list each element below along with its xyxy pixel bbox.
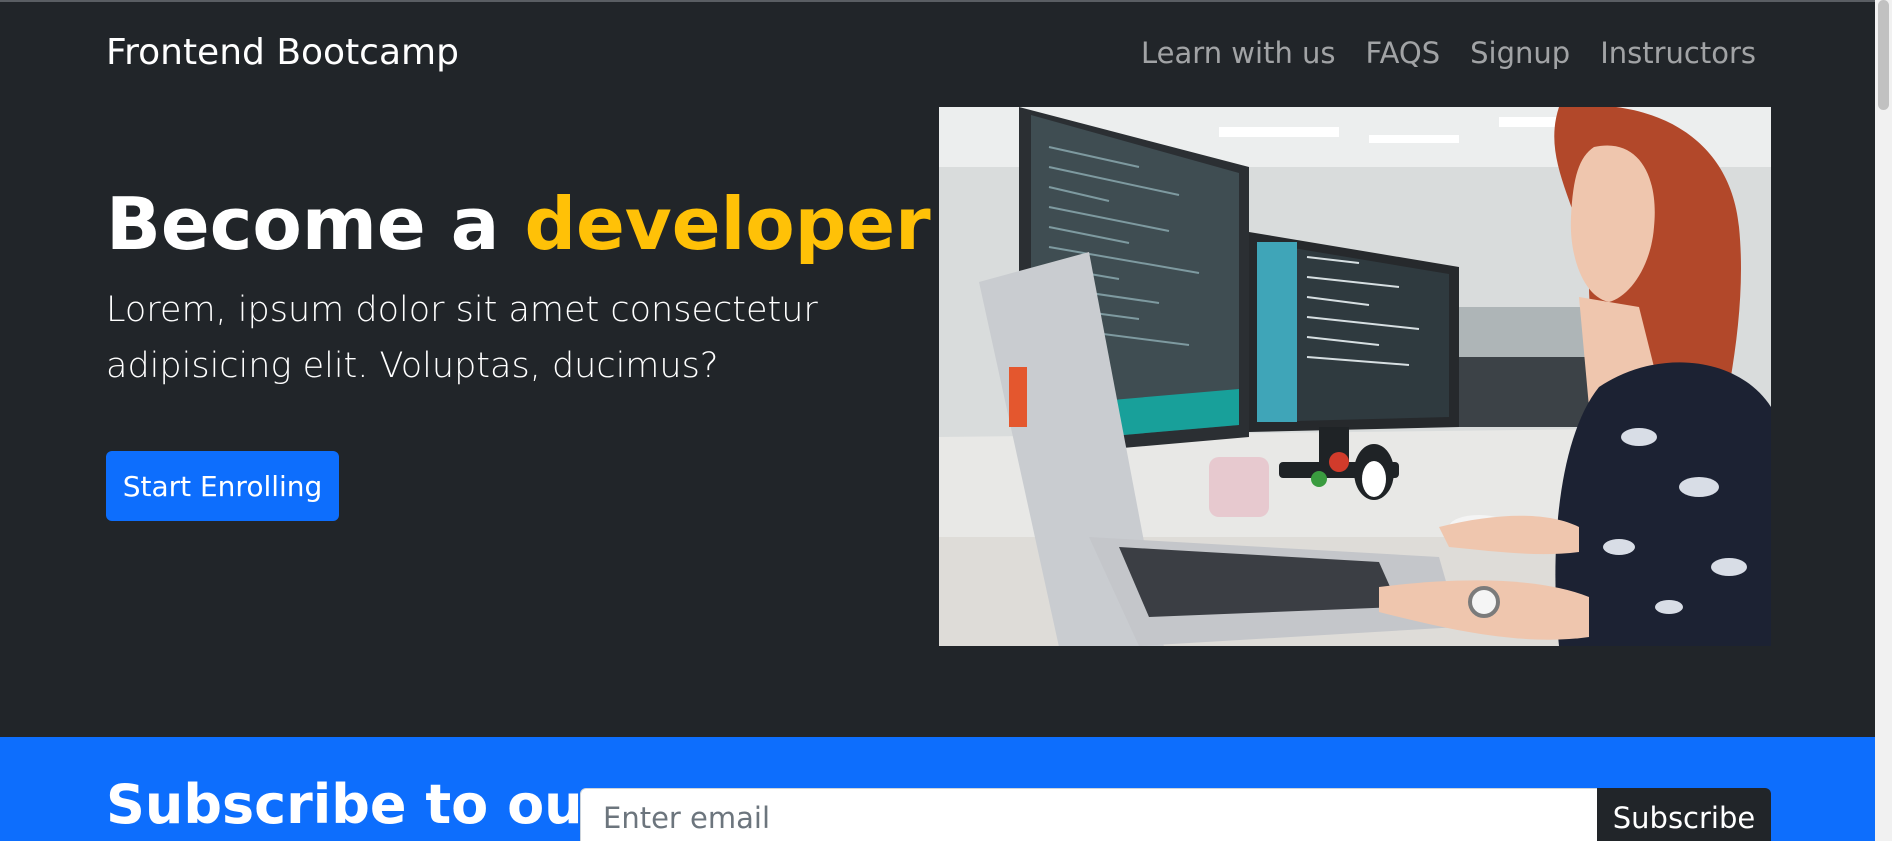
newsletter-title: Subscribe to our [106, 773, 610, 836]
scrollbar-thumb[interactable] [1878, 0, 1889, 110]
hero-title: Become a developer [106, 178, 931, 270]
hero-title-prefix: Become a [106, 182, 525, 266]
hero-image [939, 107, 1771, 646]
navbar-brand[interactable]: Frontend Bootcamp [106, 32, 459, 73]
email-input[interactable] [580, 788, 1598, 841]
subscribe-button[interactable]: Subscribe [1597, 788, 1771, 841]
hero-image-illustration [939, 107, 1771, 646]
newsletter-section: Subscribe to our Subscribe [0, 737, 1892, 841]
nav-link-signup[interactable]: Signup [1470, 36, 1570, 70]
scrollbar[interactable] [1875, 0, 1892, 841]
navbar: Frontend Bootcamp Learn with us FAQS Sig… [0, 2, 1892, 107]
nav-link-instructors[interactable]: Instructors [1600, 36, 1756, 70]
nav-link-faqs[interactable]: FAQS [1366, 36, 1441, 70]
hero-title-accent: developer [524, 182, 931, 266]
nav-links: Learn with us FAQS Signup Instructors [1141, 36, 1756, 70]
start-enrolling-button[interactable]: Start Enrolling [106, 451, 339, 521]
hero-lead-text: Lorem, ipsum dolor sit amet consectetur … [106, 290, 818, 386]
nav-link-learn[interactable]: Learn with us [1141, 36, 1336, 70]
